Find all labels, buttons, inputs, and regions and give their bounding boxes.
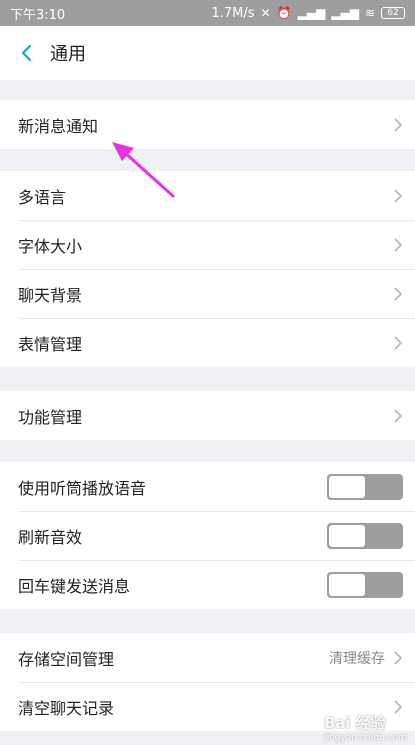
row-label: 聊天背景 <box>18 285 83 305</box>
row-label: 刷新音效 <box>18 527 83 547</box>
earpiece-playback-toggle[interactable] <box>327 473 403 500</box>
row-language[interactable]: 多语言 <box>0 171 415 220</box>
row-font-size[interactable]: 字体大小 <box>0 220 415 269</box>
status-time: 下午3:10 <box>10 7 66 23</box>
clear-cache-value: 清理缓存 <box>329 650 385 667</box>
group-notifications: 新消息通知 <box>0 100 415 149</box>
row-label: 新消息通知 <box>18 116 99 136</box>
network-speed: 1.7M/s <box>211 5 255 21</box>
row-label: 回车键发送消息 <box>18 576 131 596</box>
row-label: 使用听筒播放语音 <box>18 478 147 498</box>
row-refresh-sound: 刷新音效 <box>0 511 415 560</box>
watermark-sub: jingyan.baidu.com <box>323 733 407 743</box>
signal-icon-2: ▂▄▆ <box>331 6 359 20</box>
watermark-text: Bai 经验 <box>323 714 386 732</box>
toggle-knob <box>329 573 365 596</box>
silent-icon: ✕ <box>260 6 271 20</box>
chevron-right-icon <box>394 237 403 252</box>
chevron-right-icon <box>394 286 403 301</box>
row-label: 清空聊天记录 <box>18 698 115 718</box>
battery-icon: 62 <box>381 7 405 19</box>
chevron-right-icon <box>394 335 403 350</box>
header: 通用 <box>0 26 415 80</box>
toggle-knob <box>329 524 365 547</box>
signal-icon: ▂▄▆ <box>297 6 326 20</box>
chevron-right-icon <box>394 650 403 665</box>
row-label: 多语言 <box>18 187 67 207</box>
row-sticker-management[interactable]: 表情管理 <box>0 318 415 367</box>
group-appearance: 多语言 字体大小 聊天背景 表情管理 <box>0 171 415 367</box>
chevron-right-icon <box>394 188 403 203</box>
enter-to-send-toggle[interactable] <box>327 571 403 598</box>
back-button[interactable] <box>4 26 48 80</box>
group-features: 功能管理 <box>0 391 415 440</box>
wifi-icon: ≋ <box>364 6 375 20</box>
row-enter-to-send: 回车键发送消息 <box>0 560 415 609</box>
row-earpiece-playback: 使用听筒播放语音 <box>0 462 415 511</box>
row-label: 表情管理 <box>18 334 83 354</box>
chevron-right-icon <box>394 117 403 132</box>
row-new-message-notification[interactable]: 新消息通知 <box>0 100 415 149</box>
row-label: 存储空间管理 <box>18 649 115 669</box>
page-title: 通用 <box>50 44 86 65</box>
refresh-sound-toggle[interactable] <box>327 522 403 549</box>
chevron-left-icon <box>21 44 32 62</box>
alarm-icon: ⏰ <box>276 6 292 20</box>
status-bar: 下午3:10 1.7M/s ✕ ⏰ ▂▄▆ ▂▄▆ ≋ 62 <box>0 0 415 26</box>
watermark: Bai 经验 jingyan.baidu.com <box>324 712 407 743</box>
row-storage-management[interactable]: 存储空间管理 清理缓存 <box>0 633 415 682</box>
group-toggles: 使用听筒播放语音 刷新音效 回车键发送消息 <box>0 462 415 609</box>
toggle-knob <box>329 475 365 498</box>
row-feature-management[interactable]: 功能管理 <box>0 391 415 440</box>
status-indicators: 1.7M/s ✕ ⏰ ▂▄▆ ▂▄▆ ≋ 62 <box>211 5 405 21</box>
row-chat-background[interactable]: 聊天背景 <box>0 269 415 318</box>
row-label: 功能管理 <box>18 407 83 427</box>
chevron-right-icon <box>394 408 403 423</box>
row-right: 清理缓存 <box>329 648 403 668</box>
row-label: 字体大小 <box>18 236 83 256</box>
